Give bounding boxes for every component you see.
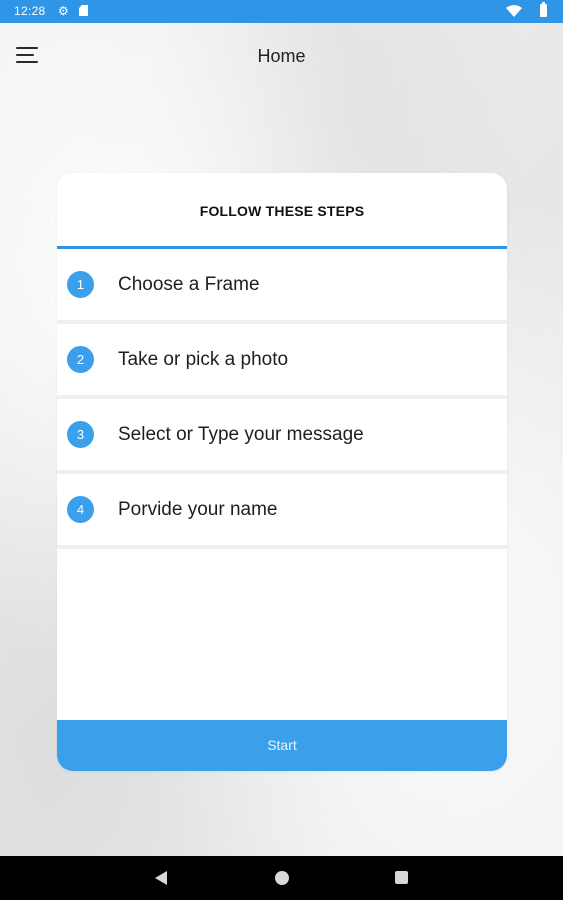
start-button[interactable]: Start <box>57 720 507 771</box>
wifi-icon <box>506 5 522 17</box>
step-number-badge: 2 <box>67 346 94 373</box>
home-icon[interactable] <box>275 871 289 885</box>
steps-list: 1 Choose a Frame 2 Take or pick a photo … <box>57 249 507 549</box>
page-title: Home <box>257 46 306 66</box>
step-row-name[interactable]: 4 Porvide your name <box>57 474 507 549</box>
step-number-badge: 4 <box>67 496 94 523</box>
system-nav-bar <box>0 856 563 900</box>
steps-card: FOLLOW THESE STEPS 1 Choose a Frame 2 Ta… <box>57 173 507 771</box>
step-number-badge: 3 <box>67 421 94 448</box>
step-label: Select or Type your message <box>118 424 364 445</box>
back-icon[interactable] <box>155 871 167 885</box>
step-row-message[interactable]: 3 Select or Type your message <box>57 399 507 474</box>
recents-icon[interactable] <box>395 871 408 884</box>
step-label: Porvide your name <box>118 499 278 520</box>
battery-icon <box>540 2 547 17</box>
step-label: Take or pick a photo <box>118 349 289 370</box>
card-title: FOLLOW THESE STEPS <box>199 203 365 219</box>
step-label: Choose a Frame <box>118 274 260 295</box>
step-row-take-photo[interactable]: 2 Take or pick a photo <box>57 324 507 399</box>
status-time: 12:28 <box>14 4 46 18</box>
status-bar: 12:28 ⚙ <box>0 0 563 23</box>
gear-icon: ⚙ <box>58 4 69 18</box>
app-header: Home <box>0 23 563 89</box>
sd-card-icon <box>79 5 88 16</box>
step-number-badge: 1 <box>67 271 94 298</box>
step-row-choose-frame[interactable]: 1 Choose a Frame <box>57 249 507 324</box>
